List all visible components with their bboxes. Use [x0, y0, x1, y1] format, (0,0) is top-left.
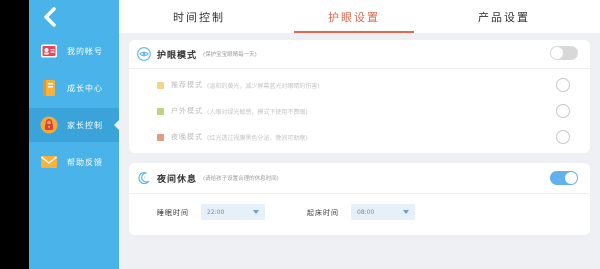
tab-eye-care[interactable]: 护眼设置 — [314, 0, 394, 33]
active-tab-underline — [294, 31, 414, 33]
night-rest-subtitle: (请给孩子设置合理的休息时间) — [203, 176, 279, 182]
wake-time-select[interactable]: 08:00 — [351, 204, 415, 220]
sidebar-item-account[interactable]: 我的帐号 — [29, 34, 119, 68]
radio-recommended[interactable] — [556, 78, 570, 92]
sidebar-item-growth[interactable]: 成长中心 — [29, 71, 119, 105]
lock-icon — [40, 116, 58, 134]
option-label: 户外模式 — [171, 107, 203, 115]
sleep-time-select[interactable]: 22:00 — [201, 204, 265, 220]
night-rest-card: z 夜间休息 (请给孩子设置合理的休息时间) 睡眠时间 22:00 起床时间 0… — [129, 163, 590, 235]
eye-icon — [137, 47, 151, 61]
night-rest-toggle[interactable] — [550, 171, 578, 185]
eye-care-toggle[interactable] — [550, 46, 578, 60]
sidebar-item-parental-control[interactable]: 家长控制 — [29, 108, 120, 142]
color-swatch — [157, 133, 164, 141]
option-desc: (红光透过视膜黑色分泌，晚间可助眠) — [207, 134, 308, 142]
sidebar-item-label: 家长控制 — [67, 120, 103, 130]
option-night: 夜晚模式 (红光透过视膜黑色分泌，晚间可助眠) — [157, 130, 308, 144]
sleep-time-value: 22:00 — [207, 208, 225, 216]
wake-time-label: 起床时间 — [307, 209, 339, 217]
radio-outdoor[interactable] — [556, 104, 570, 118]
chevron-down-icon — [253, 210, 259, 214]
divider — [129, 68, 590, 69]
tab-time-control[interactable]: 时间控制 — [159, 0, 239, 33]
night-rest-title: 夜间休息 — [157, 174, 198, 185]
color-swatch — [157, 81, 164, 89]
left-black-bar — [0, 0, 29, 269]
divider — [129, 193, 590, 194]
svg-text:z: z — [144, 176, 146, 180]
notebook-icon — [40, 79, 58, 97]
option-recommended: 推荐模式 (温和的黄光，减少屏幕蓝光对眼睛的伤害) — [157, 78, 320, 92]
eye-care-card: 护眼模式 (保护宝宝眼睛每一天) 推荐模式 (温和的黄光，减少屏幕蓝光对眼睛的伤… — [129, 40, 590, 153]
account-card-icon — [40, 42, 58, 60]
wake-time-value: 08:00 — [357, 208, 375, 216]
color-swatch — [157, 107, 164, 115]
sidebar: 我的帐号 成长中心 家长控制 帮助反馈 — [29, 0, 120, 269]
tab-product-settings[interactable]: 产品设置 — [464, 0, 544, 33]
sidebar-item-label: 帮助反馈 — [67, 157, 103, 167]
radio-night[interactable] — [556, 130, 570, 144]
chevron-left-icon — [44, 7, 56, 27]
eye-care-title: 护眼模式 — [157, 50, 198, 61]
tab-bar: 时间控制 护眼设置 产品设置 — [119, 0, 600, 33]
night-rest-header: z 夜间休息 (请给孩子设置合理的休息时间) — [137, 170, 279, 186]
option-label: 推荐模式 — [171, 81, 203, 89]
sleep-time-label: 睡眠时间 — [157, 209, 189, 217]
moon-icon: z — [137, 171, 151, 185]
chevron-down-icon — [403, 210, 409, 214]
mail-icon — [40, 153, 58, 171]
toggle-knob — [565, 172, 577, 184]
sidebar-item-help[interactable]: 帮助反馈 — [29, 145, 119, 179]
sidebar-item-label: 我的帐号 — [67, 46, 103, 56]
option-outdoor: 户外模式 (人眼对绿光敏感，模式下使用不费眼) — [157, 104, 308, 118]
option-label: 夜晚模式 — [171, 133, 203, 141]
toggle-knob — [551, 47, 563, 59]
option-desc: (温和的黄光，减少屏幕蓝光对眼睛的伤害) — [207, 82, 320, 90]
eye-care-subtitle: (保护宝宝眼睛每一天) — [203, 52, 257, 58]
back-button[interactable] — [41, 6, 61, 28]
option-desc: (人眼对绿光敏感，模式下使用不费眼) — [207, 108, 308, 116]
main-panel: 时间控制 护眼设置 产品设置 护眼模式 (保护宝宝眼睛每一天) 推荐模式 (温和… — [119, 0, 600, 269]
eye-care-header: 护眼模式 (保护宝宝眼睛每一天) — [137, 46, 257, 62]
sidebar-item-label: 成长中心 — [67, 83, 103, 93]
